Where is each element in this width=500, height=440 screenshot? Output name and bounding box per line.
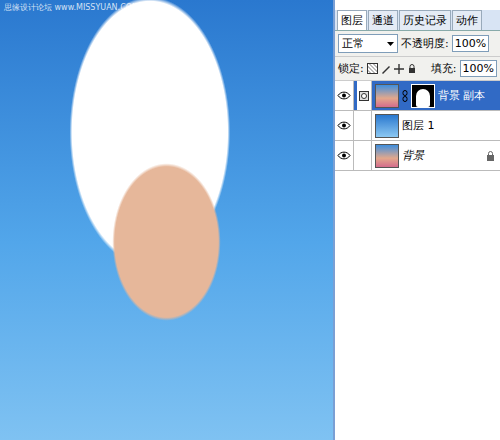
layer-row[interactable]: 背景 <box>335 141 500 171</box>
panel-tab[interactable]: 图层 <box>337 10 367 30</box>
photo <box>0 0 333 440</box>
layers-panel: 图层通道历史记录动作正常不透明度:100%锁定:填充:100%背景 副本图层 1… <box>333 0 500 440</box>
lock-brush-icon[interactable] <box>381 64 391 74</box>
dropdown-arrow-icon <box>387 42 394 46</box>
panel-tab[interactable]: 通道 <box>368 10 398 30</box>
visibility-toggle[interactable] <box>335 141 354 170</box>
lock-transparent-icon[interactable] <box>367 63 378 74</box>
lock-all-icon[interactable] <box>407 64 417 74</box>
opacity-label: 不透明度: <box>401 36 449 51</box>
panel-tabs: 图层通道历史记录动作 <box>335 10 500 31</box>
opacity-field[interactable]: 100% <box>452 35 489 52</box>
panel-tab[interactable]: 动作 <box>452 10 482 30</box>
lock-move-icon[interactable] <box>394 64 404 74</box>
layer-name: 图层 1 <box>402 118 435 133</box>
link-cell[interactable] <box>357 141 372 170</box>
layer-row[interactable]: 图层 1 <box>335 111 500 141</box>
layer-thumbnail <box>375 114 399 138</box>
layer-mask-thumbnail <box>411 84 435 108</box>
blend-mode-select[interactable]: 正常 <box>338 34 398 53</box>
lock-icon <box>486 151 495 161</box>
visibility-toggle[interactable] <box>335 81 354 110</box>
blend-row: 正常不透明度:100% <box>335 31 500 57</box>
link-cell[interactable] <box>357 111 372 140</box>
layer-thumbnail <box>375 144 399 168</box>
layer-thumbnail <box>375 84 399 108</box>
mask-mode-icon <box>359 91 369 101</box>
document-canvas[interactable]: 思缘设计论坛 www.MISSYUAN.COM <box>0 0 333 440</box>
link-cell[interactable] <box>357 81 372 110</box>
watermark: 思缘设计论坛 www.MISSYUAN.COM <box>4 2 139 13</box>
fill-label: 填充: <box>431 61 457 76</box>
layer-list: 背景 副本图层 1 背景 <box>335 81 500 171</box>
layer-name: 背景 副本 <box>438 88 486 103</box>
layer-row[interactable]: 背景 副本 <box>335 81 500 111</box>
panel-tab[interactable]: 历史记录 <box>399 10 451 30</box>
chain-icon <box>402 90 408 102</box>
fill-field[interactable]: 100% <box>460 60 497 77</box>
photoshop-screen: 思缘设计论坛 www.MISSYUAN.COM图层通道历史记录动作正常不透明度:… <box>0 0 500 440</box>
eye-icon <box>337 91 351 100</box>
eye-icon <box>337 151 351 160</box>
layer-name: 背景 <box>402 148 424 163</box>
layer-list-empty <box>335 171 500 440</box>
lock-label: 锁定: <box>338 61 364 76</box>
eye-icon <box>337 121 351 130</box>
visibility-toggle[interactable] <box>335 111 354 140</box>
lock-row: 锁定: 填充:100% <box>335 57 500 81</box>
